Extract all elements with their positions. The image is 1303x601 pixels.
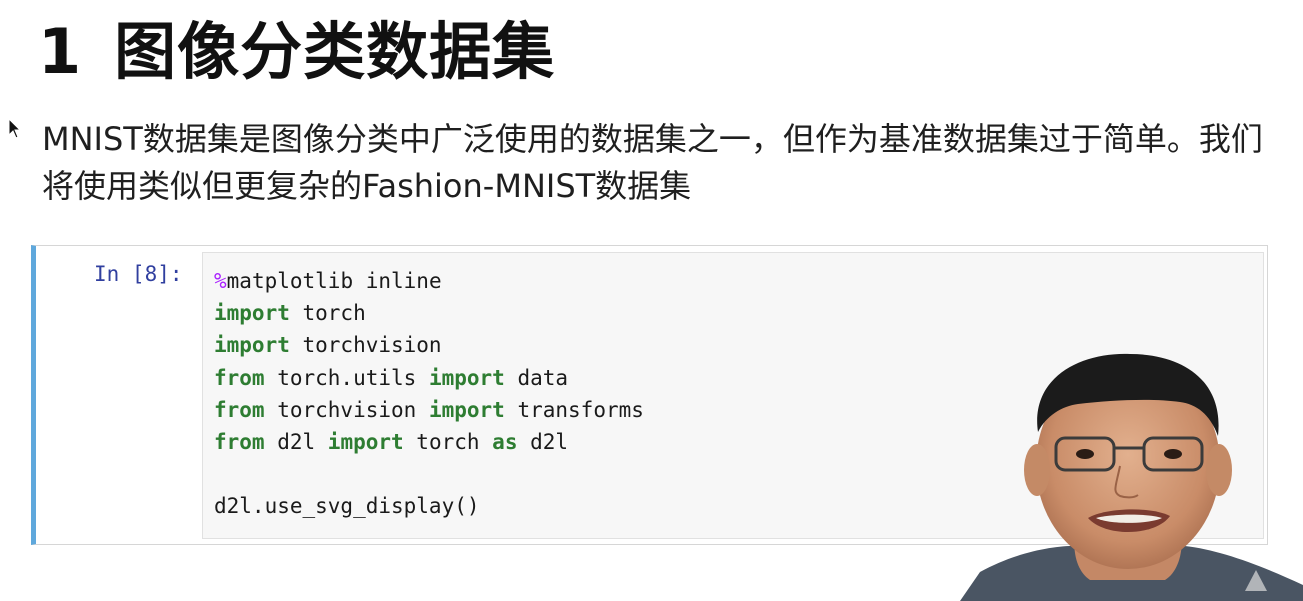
intro-paragraph: MNIST数据集是图像分类中广泛使用的数据集之一，但作为基准数据集过于简单。我们…	[42, 120, 1263, 205]
code-line: from torchvision import transforms	[214, 394, 644, 426]
code-keyword: import	[214, 333, 290, 358]
code-keyword: from	[214, 429, 265, 454]
code-text: torch	[289, 301, 366, 326]
code-keyword: import	[428, 365, 505, 390]
code-text: d2l.use_svg_display()	[214, 494, 480, 519]
code-text: torch	[403, 429, 493, 454]
code-text: torch.utils	[264, 365, 429, 390]
code-text: torchvision	[264, 397, 429, 422]
cell-prompt: In [8]:	[94, 262, 183, 286]
code-line: import torchvision	[214, 329, 644, 361]
code-text: transforms	[504, 397, 644, 422]
code-line: import torch	[214, 297, 644, 329]
code-line: from torch.utils import data	[214, 362, 644, 394]
page-heading: 1 图像分类数据集	[38, 8, 555, 96]
code-line: from d2l import torch as d2l	[214, 426, 644, 458]
code-keyword: from	[214, 365, 265, 390]
presenter-video	[960, 353, 1303, 601]
code-keyword: import	[327, 429, 404, 454]
code-text: data	[504, 365, 569, 390]
mouse-pointer-icon	[8, 118, 22, 139]
heading-title: 图像分类数据集	[114, 15, 556, 88]
code-keyword: import	[214, 301, 290, 326]
code-line: d2l.use_svg_display()	[214, 490, 644, 522]
code-keyword: as	[492, 429, 518, 454]
code-text: d2l	[517, 429, 569, 454]
heading-number: 1	[38, 15, 83, 88]
code-block[interactable]: %matplotlib inline import torch import tor…	[214, 265, 644, 523]
code-magic: %	[214, 269, 227, 293]
code-keyword: import	[428, 397, 505, 422]
code-keyword: from	[214, 397, 265, 422]
code-text: matplotlib inline	[226, 269, 442, 293]
code-text: torchvision	[289, 333, 442, 358]
code-text: d2l	[264, 429, 328, 454]
triangle-watermark-icon	[1245, 570, 1267, 591]
code-line: %matplotlib inline	[214, 265, 644, 297]
